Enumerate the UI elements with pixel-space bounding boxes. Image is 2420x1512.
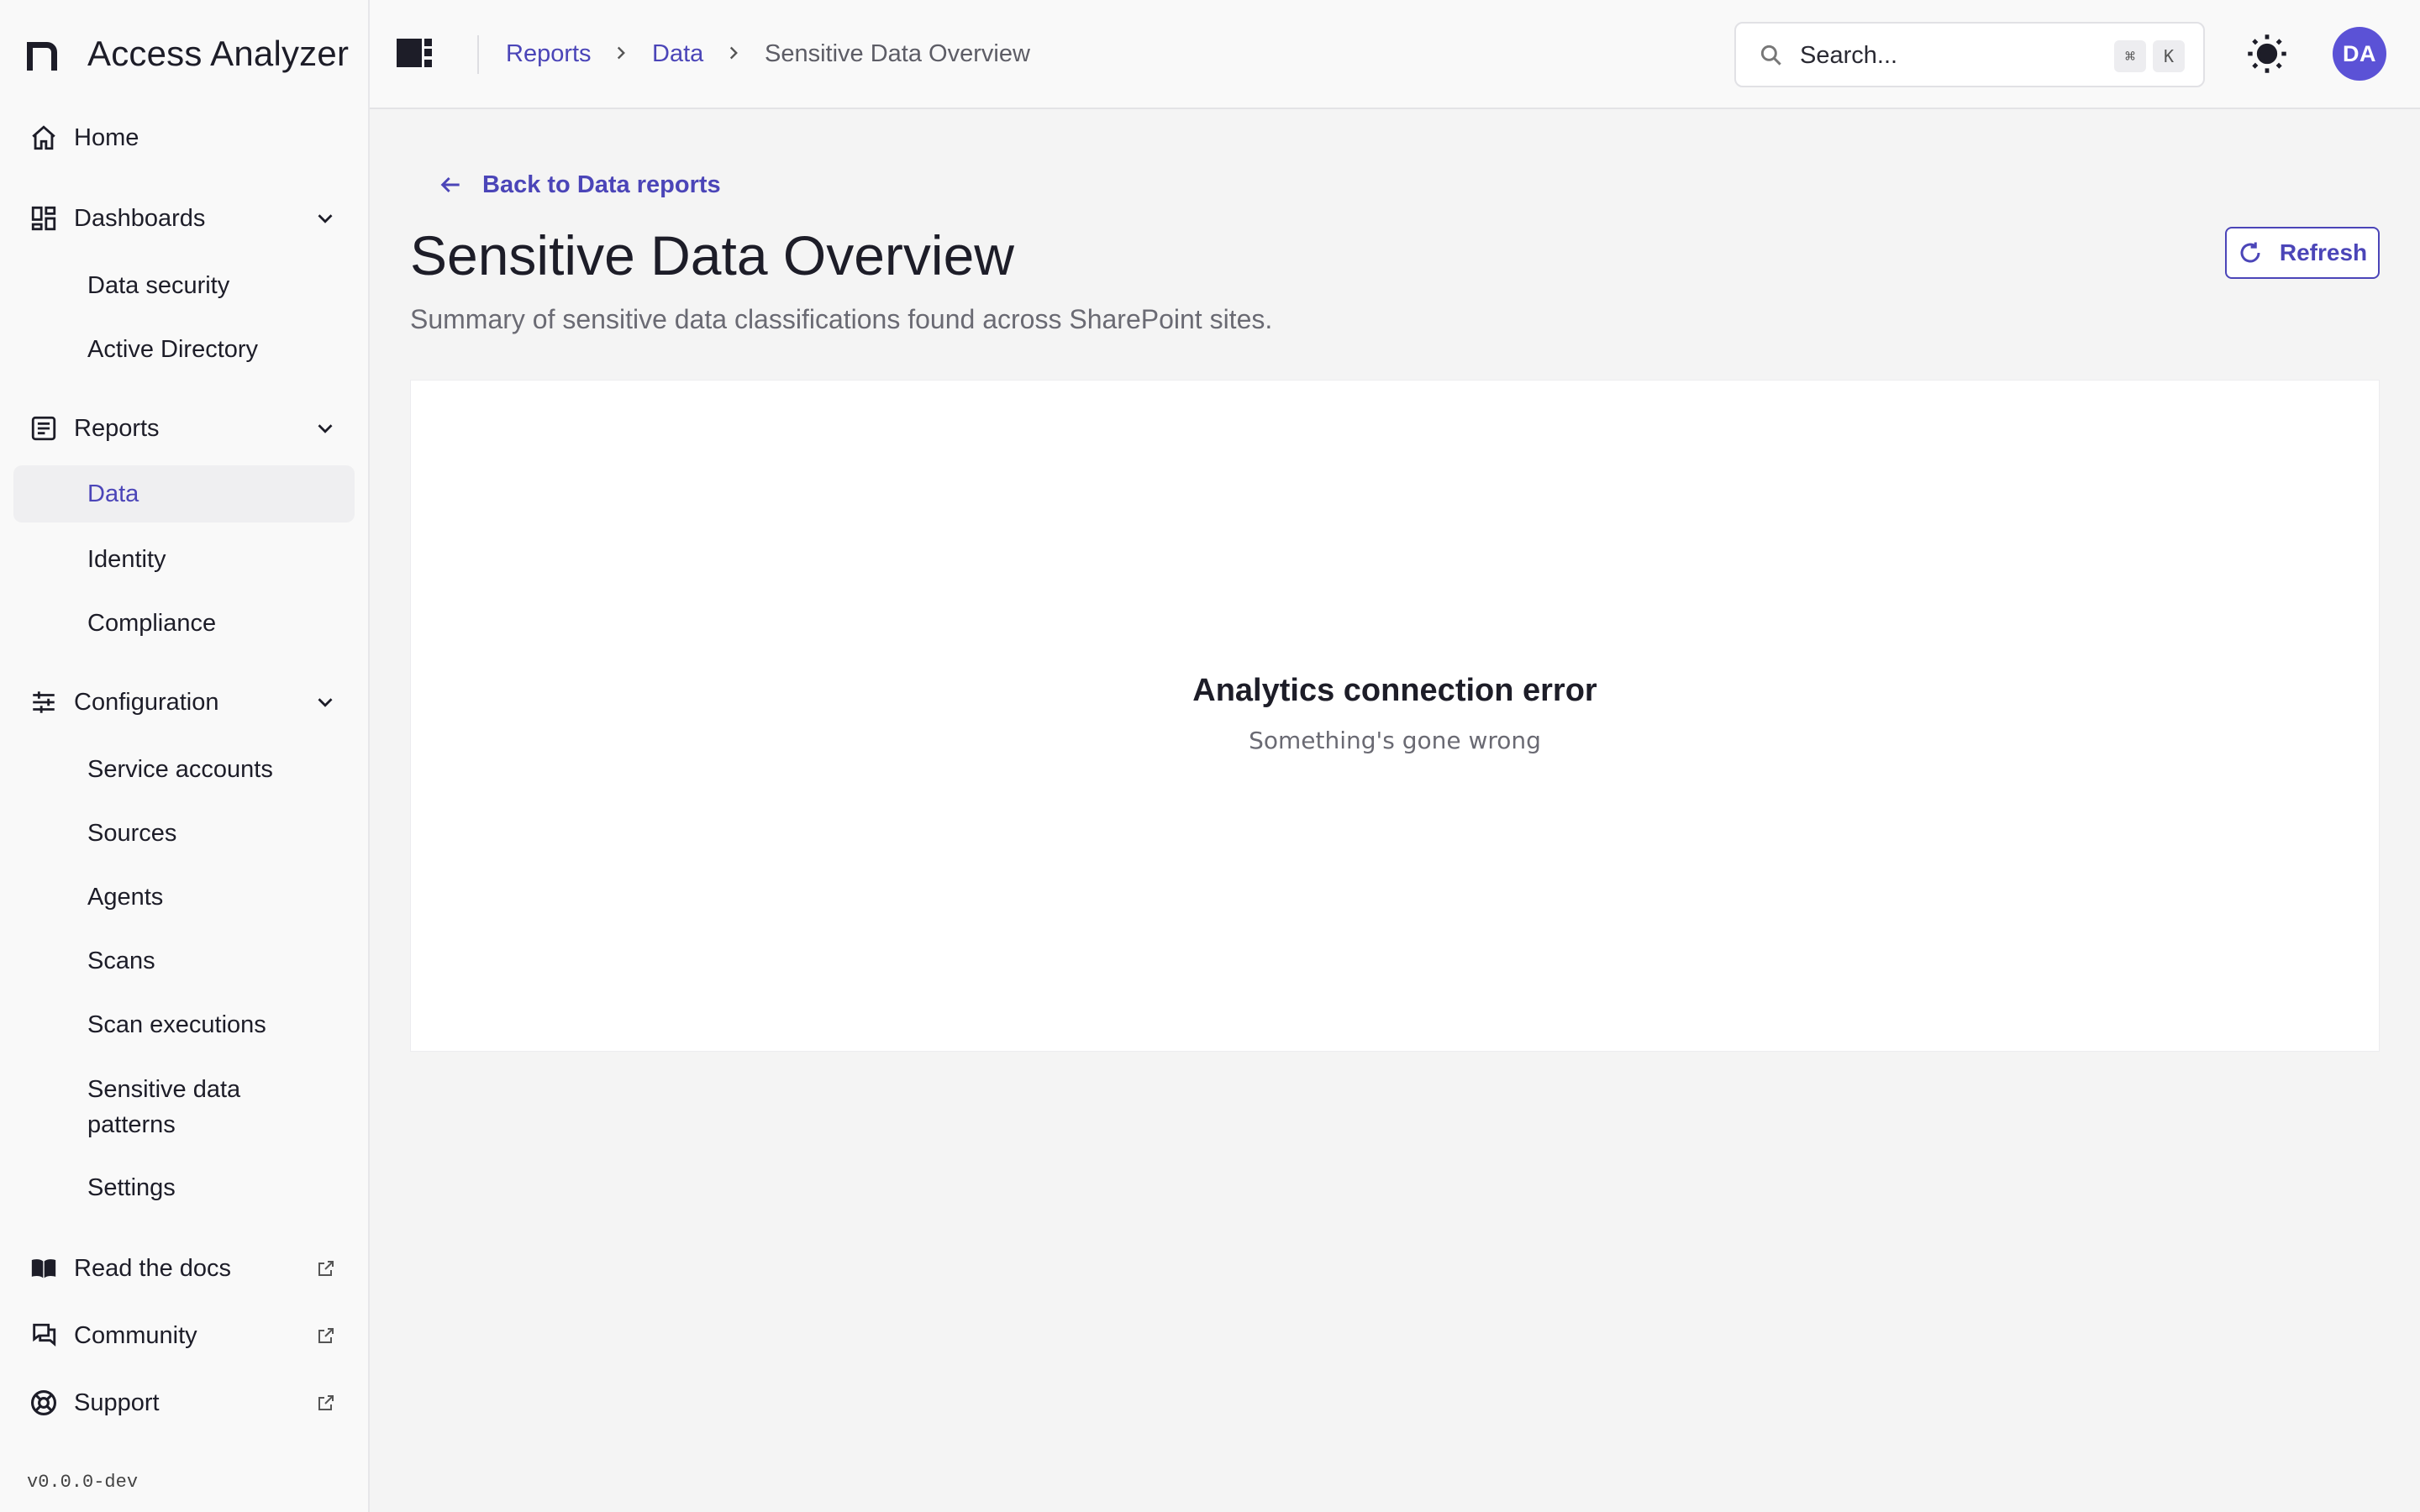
brand[interactable]: Access Analyzer (27, 30, 349, 77)
sidebar-toggle-icon[interactable] (397, 37, 434, 71)
sidebar-item-identity[interactable]: Identity (13, 531, 355, 588)
nav-dashboards-label: Dashboards (74, 204, 206, 232)
sidebar-item-label: Compliance (87, 609, 217, 637)
error-message: Something's gone wrong (1249, 727, 1541, 754)
sidebar-item-service-accounts[interactable]: Service accounts (13, 741, 355, 798)
chevron-right-icon (729, 46, 738, 60)
logo-icon (27, 42, 57, 71)
search-input[interactable] (1800, 39, 2077, 72)
sidebar-item-label: Data security (87, 271, 230, 299)
arrow-left-icon (440, 176, 460, 193)
sidebar-item-label: Scans (87, 947, 155, 974)
avatar[interactable]: DA (2333, 27, 2386, 81)
sidebar-item-label: Sources (87, 819, 177, 847)
dashboard-icon (29, 203, 59, 234)
app-name: Access Analyzer (87, 34, 350, 73)
nav-reports-label: Reports (74, 414, 160, 442)
lifebuoy-icon (29, 1388, 59, 1418)
nav-read-the-docs[interactable]: Read the docs (13, 1240, 355, 1297)
nav-community[interactable]: Community (13, 1307, 355, 1364)
nav-configuration-label: Configuration (74, 688, 219, 716)
sidebar-item-active-directory[interactable]: Active Directory (13, 321, 355, 378)
external-link-icon (318, 1261, 334, 1276)
sidebar-item-agents[interactable]: Agents (13, 869, 355, 926)
nav-reports[interactable]: Reports (13, 400, 355, 457)
report-icon (29, 413, 59, 444)
breadcrumb-current: Sensitive Data Overview (765, 40, 1030, 67)
sliders-icon (29, 687, 59, 717)
nav-read-the-docs-label: Read the docs (74, 1254, 232, 1282)
search-box[interactable]: ⌘ K (1734, 22, 2205, 87)
chat-icon (29, 1320, 59, 1351)
book-icon (29, 1253, 59, 1284)
sidebar-item-compliance[interactable]: Compliance (13, 595, 355, 652)
sidebar-item-label: Agents (87, 883, 164, 911)
nav-home[interactable]: Home (13, 109, 355, 166)
back-link-label: Back to Data reports (482, 171, 721, 198)
breadcrumb-reports[interactable]: Reports (506, 37, 592, 71)
refresh-button[interactable]: Refresh (2225, 227, 2380, 279)
home-icon (29, 123, 59, 153)
sidebar-item-label: Sensitive data patterns (87, 1076, 241, 1138)
sidebar-item-data-security[interactable]: Data security (13, 257, 355, 314)
sidebar-item-sources[interactable]: Sources (13, 805, 355, 862)
sidebar-item-label: Settings (87, 1173, 176, 1201)
chevron-down-icon (318, 698, 333, 707)
chevron-down-icon (318, 214, 333, 223)
back-link[interactable]: Back to Data reports (437, 165, 721, 205)
sidebar-item-label: Scan executions (87, 1011, 266, 1038)
page-subtitle: Summary of sensitive data classification… (410, 304, 1273, 334)
external-link-icon (318, 1328, 334, 1343)
sidebar-item-data[interactable]: Data (13, 465, 355, 522)
chevron-right-icon (617, 46, 625, 60)
report-panel: Analytics connection error Something's g… (410, 380, 2380, 1052)
refresh-icon (2240, 242, 2260, 263)
chevron-down-icon (318, 424, 333, 433)
nav-support-label: Support (74, 1389, 160, 1416)
error-title: Analytics connection error (1192, 673, 1597, 708)
sidebar-item-label: Data (87, 480, 139, 507)
nav-community-label: Community (74, 1321, 197, 1349)
shortcut-key-k: K (2153, 40, 2185, 72)
sidebar-item-label: Service accounts (87, 755, 273, 783)
nav-configuration[interactable]: Configuration (13, 674, 355, 731)
topbar: Reports Data Sensitive Data Overview ⌘ K… (370, 0, 2420, 109)
sidebar-item-sensitive-data-patterns[interactable]: Sensitive data patterns (13, 1067, 355, 1147)
refresh-label: Refresh (2279, 239, 2368, 265)
page-title: Sensitive Data Overview (410, 224, 1014, 286)
sidebar-item-settings[interactable]: Settings (13, 1159, 355, 1216)
search-icon (1760, 45, 1781, 66)
sidebar-item-label: Active Directory (87, 335, 259, 363)
sidebar: Access Analyzer Home Dashboards Data sec… (0, 0, 370, 1512)
divider (477, 35, 479, 74)
sidebar-item-label: Identity (87, 545, 166, 573)
app-version: v0.0.0-dev (27, 1472, 139, 1493)
nav-support[interactable]: Support (13, 1374, 355, 1431)
shortcut-key-cmd: ⌘ (2114, 40, 2146, 72)
nav-home-label: Home (74, 123, 139, 151)
breadcrumb-data[interactable]: Data (652, 37, 703, 71)
sun-icon[interactable] (2245, 32, 2289, 76)
sidebar-item-scan-executions[interactable]: Scan executions (13, 996, 355, 1053)
nav-dashboards[interactable]: Dashboards (13, 190, 355, 247)
sidebar-item-scans[interactable]: Scans (13, 932, 355, 990)
external-link-icon (318, 1395, 334, 1410)
app-root: Access Analyzer Home Dashboards Data sec… (0, 0, 2420, 1512)
